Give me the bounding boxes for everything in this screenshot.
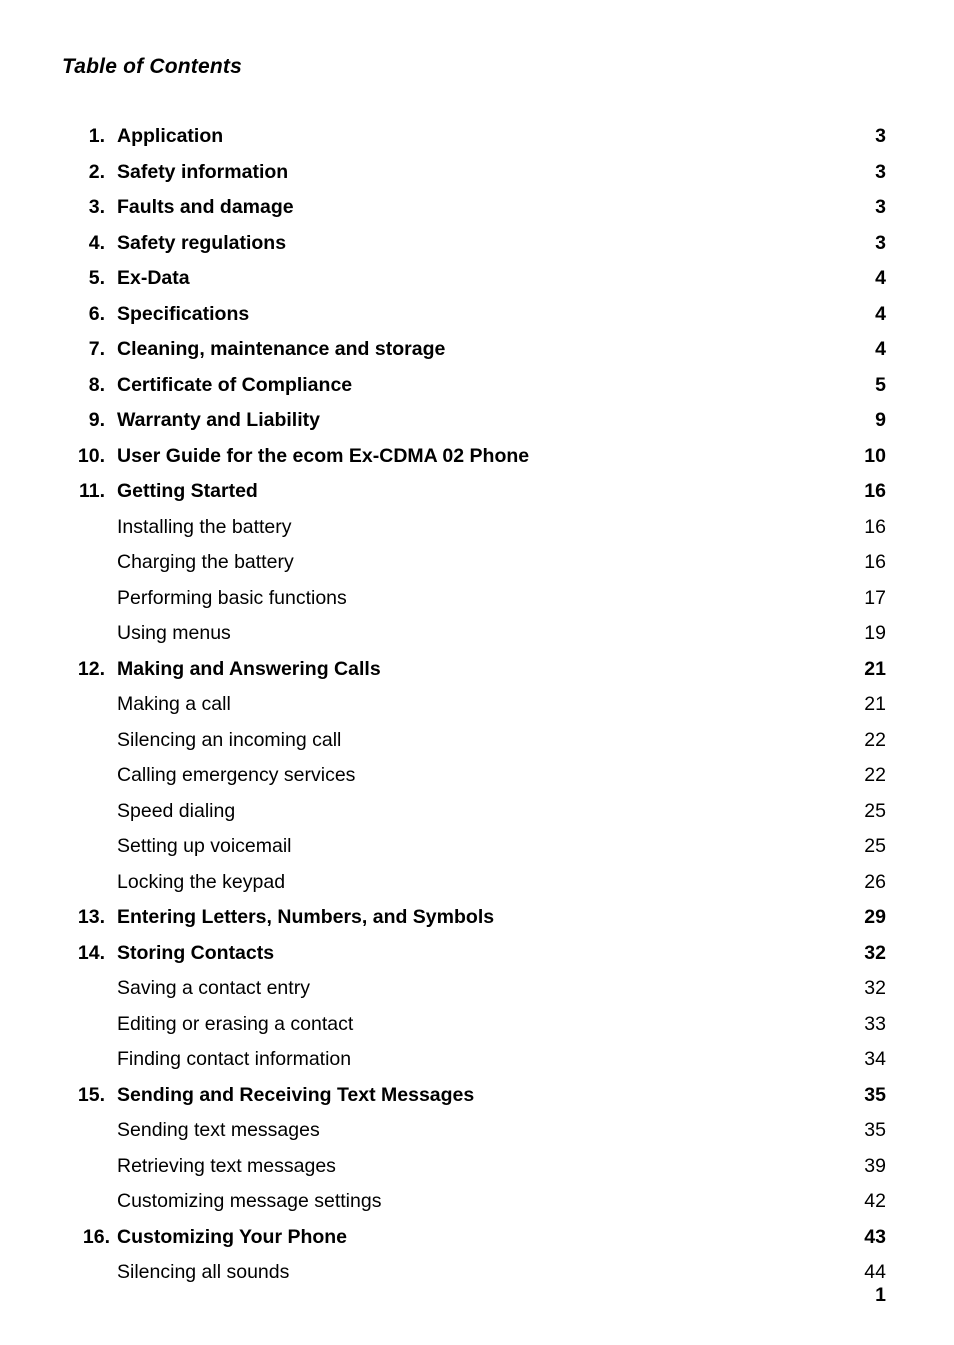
toc-entry[interactable]: 1. Application 3 xyxy=(0,123,954,159)
toc-entry-page-number: 22 xyxy=(864,728,886,751)
toc-entry-page-number: 26 xyxy=(864,870,886,893)
toc-subentry[interactable]: Installing the battery 16 xyxy=(0,514,954,550)
toc-entry[interactable]: 16. Customizing Your Phone 43 xyxy=(0,1224,954,1260)
toc-entry-page-number: 25 xyxy=(864,835,886,857)
toc-subentry[interactable]: Saving a contact entry 32 xyxy=(0,975,954,1011)
toc-entry[interactable]: 8. Certificate of Compliance 5 xyxy=(0,372,954,408)
toc-subentry[interactable]: Charging the battery 16 xyxy=(0,549,954,585)
toc-entry-page-number: 16 xyxy=(864,515,886,538)
table-of-contents: 1. Application 3 2. Safety information 3 3. Fau… xyxy=(0,123,954,1295)
toc-entry-page-number: 3 xyxy=(875,196,886,218)
toc-entry[interactable]: 4. Safety regulations 3 xyxy=(0,230,954,266)
toc-entry-page-number: 10 xyxy=(864,444,886,467)
toc-entry[interactable]: 7. Cleaning, maintenance and storage 4 xyxy=(0,336,954,372)
toc-subentry[interactable]: Customizing message settings 42 xyxy=(0,1188,954,1224)
toc-subentry[interactable]: Performing basic functions 17 xyxy=(0,585,954,621)
toc-subentry[interactable]: Using menus 19 xyxy=(0,620,954,656)
toc-entry-page-number: 4 xyxy=(875,338,886,360)
toc-entry-page-number: 4 xyxy=(875,267,886,289)
toc-entry-page-number: 19 xyxy=(864,622,886,644)
toc-entry-page-number: 3 xyxy=(875,125,886,147)
toc-entry[interactable]: 12. Making and Answering Calls 21 xyxy=(0,656,954,692)
toc-subentry[interactable]: Locking the keypad 26 xyxy=(0,869,954,905)
toc-entry-page-number: 29 xyxy=(864,906,886,928)
toc-subentry[interactable]: Speed dialing 25 xyxy=(0,798,954,834)
toc-entry-page-number: 16 xyxy=(864,551,886,573)
toc-entry[interactable]: 5. Ex-Data 4 xyxy=(0,265,954,301)
toc-entry-page-number: 17 xyxy=(864,586,886,609)
toc-entry[interactable]: 9. Warranty and Liability 9 xyxy=(0,407,954,443)
document-page: Table of Contents 1. Application 3 2. Safety… xyxy=(0,0,954,1345)
toc-entry-page-number: 21 xyxy=(864,693,886,715)
toc-entry-page-number: 32 xyxy=(864,941,886,964)
toc-entry-page-number: 22 xyxy=(864,764,886,786)
toc-entry-page-number: 5 xyxy=(875,373,886,396)
toc-entry-page-number: 3 xyxy=(875,231,886,254)
page-title: Table of Contents xyxy=(62,55,242,78)
toc-entry[interactable]: 11. Getting Started 16 xyxy=(0,478,954,514)
toc-entry-page-number: 3 xyxy=(875,160,886,183)
toc-subentry[interactable]: Silencing an incoming call 22 xyxy=(0,727,954,763)
toc-subentry[interactable]: Editing or erasing a contact 33 xyxy=(0,1011,954,1047)
toc-entry-page-number: 9 xyxy=(875,409,886,431)
toc-entry-page-number: 4 xyxy=(875,302,886,325)
toc-entry-page-number: 34 xyxy=(864,1048,886,1070)
toc-subentry[interactable]: Finding contact information 34 xyxy=(0,1046,954,1082)
toc-subentry[interactable]: Calling emergency services 22 xyxy=(0,762,954,798)
toc-entry[interactable]: 10. User Guide for the ecom Ex-CDMA 02 Ph… xyxy=(0,443,954,479)
toc-subentry[interactable]: Sending text messages 35 xyxy=(0,1117,954,1153)
toc-entry[interactable]: 2. Safety information 3 xyxy=(0,159,954,195)
toc-entry[interactable]: 14. Storing Contacts 32 xyxy=(0,940,954,976)
toc-subentry[interactable]: Retrieving text messages 39 xyxy=(0,1153,954,1189)
toc-entry[interactable]: 15. Sending and Receiving Text Messages 35 xyxy=(0,1082,954,1118)
toc-entry-page-number: 43 xyxy=(864,1225,886,1248)
toc-entry[interactable]: 3. Faults and damage 3 xyxy=(0,194,954,230)
toc-subentry[interactable]: Making a call 21 xyxy=(0,691,954,727)
toc-entry-page-number: 32 xyxy=(864,977,886,999)
footer-page-number: 1 xyxy=(875,1284,886,1306)
toc-entry-page-number: 35 xyxy=(864,1083,886,1106)
toc-entry-page-number: 39 xyxy=(864,1154,886,1177)
toc-entry[interactable]: 6. Specifications 4 xyxy=(0,301,954,337)
toc-subentry[interactable]: Setting up voicemail 25 xyxy=(0,833,954,869)
toc-entry-page-number: 42 xyxy=(864,1190,886,1212)
toc-entry[interactable]: 13. Entering Letters, Numbers, and Symbol… xyxy=(0,904,954,940)
toc-entry-page-number: 25 xyxy=(864,799,886,822)
toc-entry-page-number: 35 xyxy=(864,1119,886,1141)
toc-entry-page-number: 33 xyxy=(864,1012,886,1035)
toc-entry-page-number: 21 xyxy=(864,657,886,680)
toc-entry-page-number: 16 xyxy=(864,480,886,502)
